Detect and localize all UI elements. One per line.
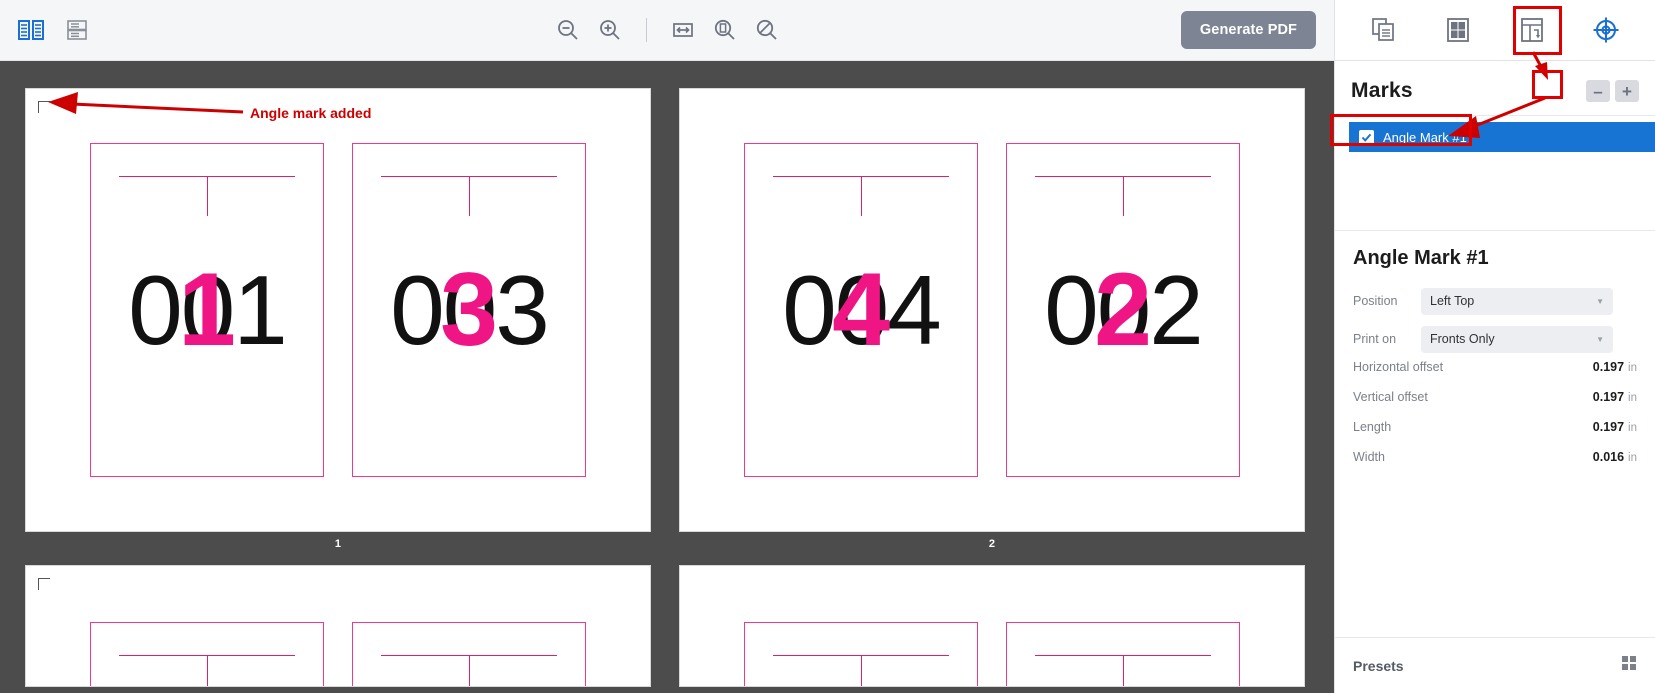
list-item[interactable]: Angle Mark #1 (1349, 122, 1655, 152)
card-base-number: 004 (782, 255, 942, 365)
sheet-page[interactable] (680, 566, 1304, 686)
position-label: Position (1353, 294, 1398, 308)
horizontal-offset-label: Horizontal offset (1353, 360, 1444, 374)
card-group (680, 566, 1304, 686)
print-on-value: Fronts Only (1430, 332, 1495, 346)
presets-title: Presets (1353, 657, 1404, 674)
length-unit: in (1628, 422, 1637, 434)
sheet-row-1: 001 1 003 3 1 004 4 002 2 2 (26, 89, 1334, 550)
sheet-wrapper-4 (680, 566, 1304, 686)
tab-grid[interactable] (1437, 9, 1479, 51)
marks-buttons: – + (1586, 80, 1639, 102)
width-label: Width (1353, 450, 1385, 464)
width-unit: in (1628, 452, 1637, 464)
card-base-number: 003 (390, 255, 550, 365)
sheet-wrapper-2: 004 4 002 2 2 (680, 89, 1304, 550)
card-base-number: 001 (128, 255, 288, 365)
card-group: 004 4 002 2 (680, 89, 1304, 531)
card-stem-line (207, 176, 209, 216)
sheet-page-number: 2 (988, 538, 996, 550)
vertical-offset-row: Vertical offset 0.197 in (1353, 390, 1637, 420)
card-stem-line (207, 655, 209, 686)
vertical-offset-value[interactable]: 0.197 (1593, 390, 1624, 404)
chevron-down-icon: ▼ (1596, 334, 1604, 344)
tab-marks[interactable] (1585, 9, 1627, 51)
sheet-page[interactable]: 001 1 003 3 (26, 89, 650, 531)
imposed-card[interactable]: 001 1 (90, 143, 324, 477)
horizontal-offset-unit: in (1628, 362, 1637, 374)
sheet-page-number: 1 (334, 538, 342, 550)
card-stem-line (469, 655, 471, 686)
card-group: 001 1 003 3 (26, 89, 650, 531)
imposed-card[interactable]: 002 2 (1006, 143, 1240, 477)
toolbar-divider (645, 18, 647, 42)
print-on-label: Print on (1353, 332, 1397, 346)
length-row: Length 0.197 in (1353, 420, 1637, 450)
card-stem-line (861, 176, 863, 216)
preview-canvas[interactable]: 001 1 003 3 1 004 4 002 2 2 (0, 61, 1334, 693)
imposed-card[interactable]: 003 3 (352, 143, 586, 477)
mark-item-label: Angle Mark #1 (1383, 129, 1467, 145)
sheet-page[interactable] (26, 566, 650, 686)
toolbar-right-group: Generate PDF (1180, 11, 1334, 49)
zoom-in-icon[interactable] (598, 18, 622, 42)
remove-mark-button[interactable]: – (1586, 80, 1610, 102)
sheet-wrapper-1: 001 1 003 3 1 (26, 89, 650, 550)
length-value[interactable]: 0.197 (1593, 420, 1624, 434)
detail-title: Angle Mark #1 (1353, 247, 1489, 269)
imposed-card[interactable] (90, 622, 324, 686)
grid-dots-icon[interactable] (1621, 655, 1637, 676)
horizontal-offset-row: Horizontal offset 0.197 in (1353, 360, 1637, 390)
tab-pages[interactable] (1363, 9, 1405, 51)
fit-width-icon[interactable] (671, 18, 695, 42)
width-row: Width 0.016 in (1353, 450, 1637, 480)
app-root: Generate PDF 001 1 003 3 1 004 4 002 2 2… (0, 0, 1655, 693)
marks-header: Marks – + (1335, 61, 1655, 115)
card-stem-line (1123, 655, 1125, 686)
card-group (26, 566, 650, 686)
main-column: Generate PDF 001 1 003 3 1 004 4 002 2 2 (0, 0, 1334, 693)
vertical-offset-unit: in (1628, 392, 1637, 404)
horizontal-offset-value[interactable]: 0.197 (1593, 360, 1624, 374)
save-stack-icon[interactable] (66, 19, 88, 41)
marks-title: Marks (1351, 79, 1413, 102)
position-value: Left Top (1430, 294, 1475, 308)
sheet-wrapper-3 (26, 566, 650, 686)
print-on-row: Print on Fronts Only ▼ (1353, 322, 1637, 356)
generate-pdf-button[interactable]: Generate PDF (1180, 11, 1316, 49)
position-dropdown[interactable]: Left Top ▼ (1421, 287, 1613, 315)
add-mark-button[interactable]: + (1615, 80, 1639, 102)
mark-detail-panel: Angle Mark #1 Position Left Top ▼ Print … (1335, 230, 1655, 480)
spread-view-icon[interactable] (18, 19, 44, 41)
sheet-page[interactable]: 004 4 002 2 (680, 89, 1304, 531)
toolbar-zoom-group (0, 18, 1334, 42)
tab-imposition[interactable] (1511, 9, 1553, 51)
fit-page-icon[interactable] (713, 18, 737, 42)
card-stem-line (469, 176, 471, 216)
zoom-out-icon[interactable] (556, 18, 580, 42)
vertical-offset-label: Vertical offset (1353, 390, 1428, 404)
length-label: Length (1353, 420, 1392, 434)
chevron-down-icon: ▼ (1596, 296, 1604, 306)
presets-bar: Presets (1335, 637, 1655, 693)
top-toolbar: Generate PDF (0, 0, 1334, 61)
zoom-reset-icon[interactable] (755, 18, 779, 42)
imposed-card[interactable] (352, 622, 586, 686)
mark-checkbox[interactable] (1359, 129, 1374, 145)
imposed-card[interactable] (1006, 622, 1240, 686)
imposed-card[interactable] (744, 622, 978, 686)
imposed-card[interactable]: 004 4 (744, 143, 978, 477)
print-on-dropdown[interactable]: Fronts Only ▼ (1421, 325, 1613, 353)
width-value[interactable]: 0.016 (1593, 450, 1624, 464)
sheet-row-2 (26, 566, 1334, 686)
position-row: Position Left Top ▼ (1353, 284, 1637, 318)
panel-tab-bar (1335, 0, 1655, 61)
toolbar-left-group (0, 19, 88, 41)
card-base-number: 002 (1044, 255, 1204, 365)
right-panel: Marks – + Angle Mark #1 Angle Mark #1 Po… (1334, 0, 1655, 693)
card-stem-line (861, 655, 863, 686)
marks-list: Angle Mark #1 (1335, 115, 1655, 152)
card-stem-line (1123, 176, 1125, 216)
